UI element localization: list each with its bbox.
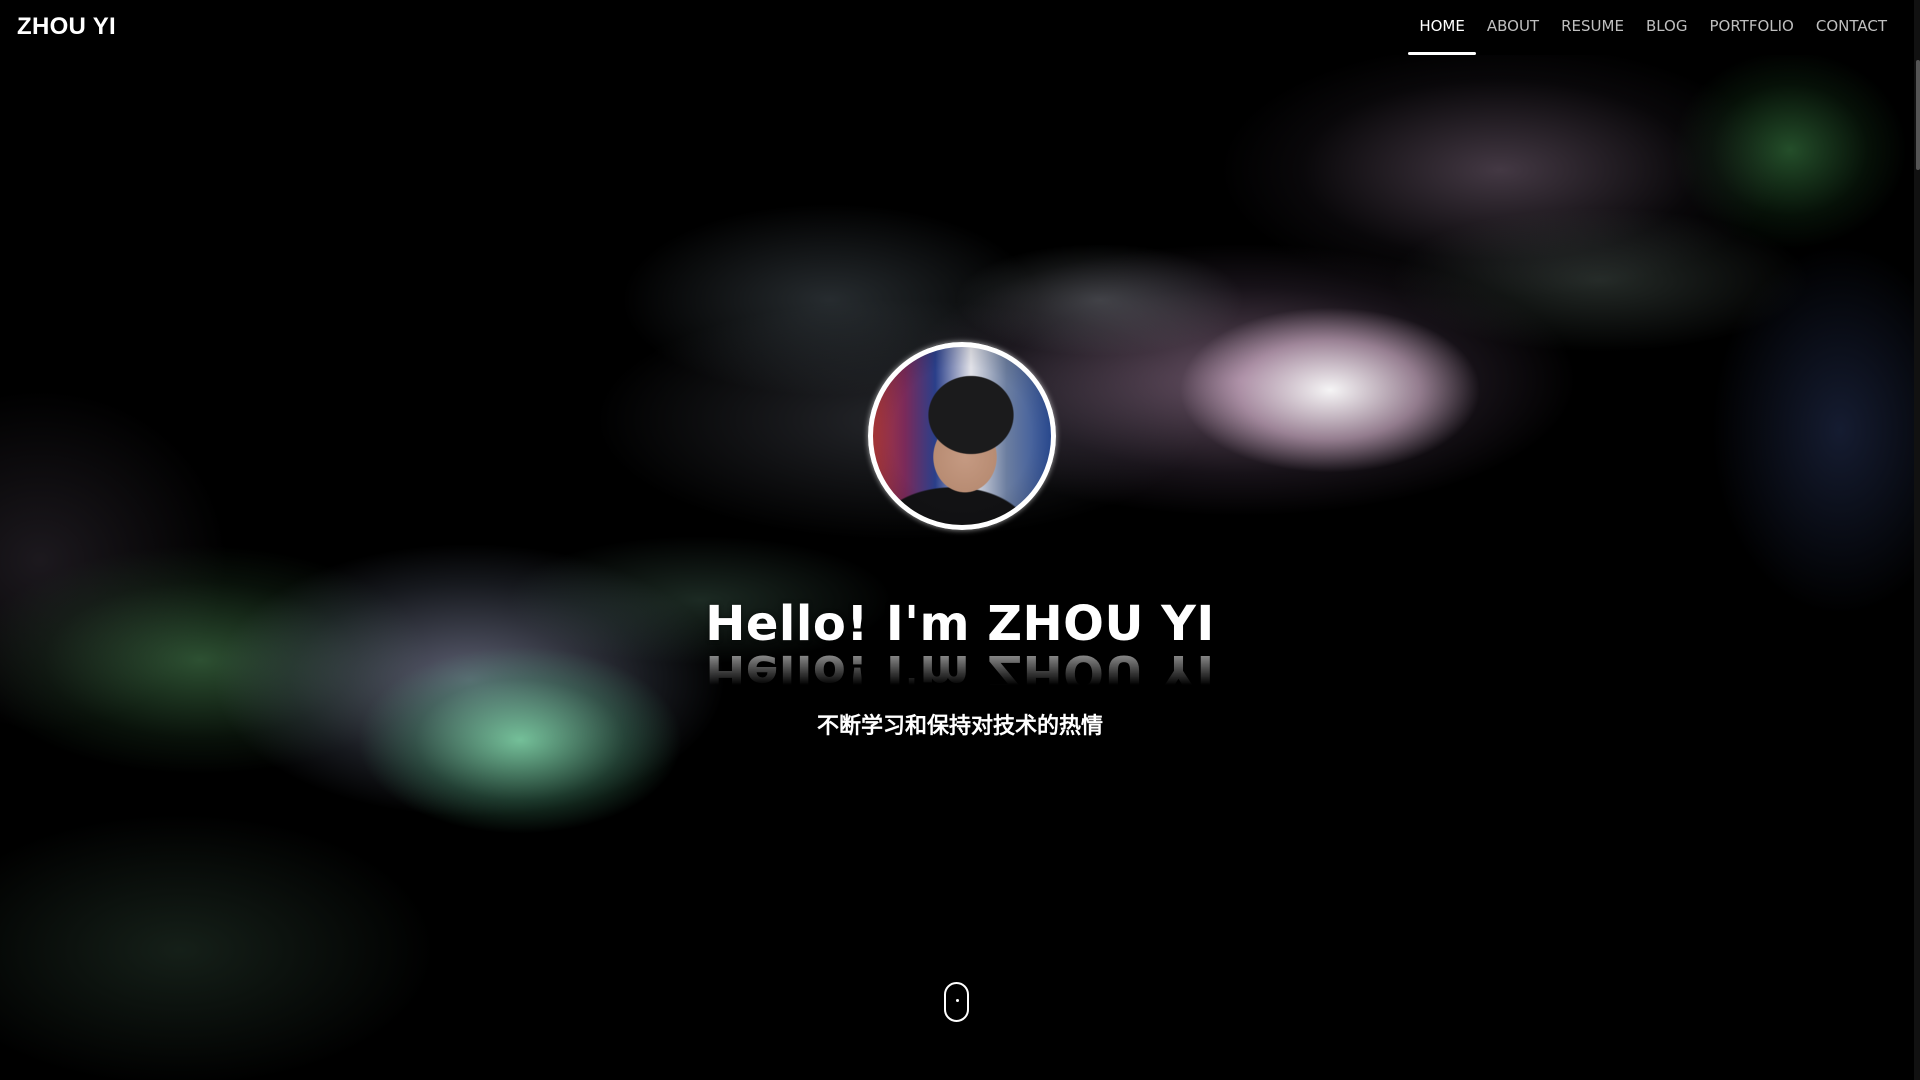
main-nav: HOME ABOUT RESUME BLOG PORTFOLIO CONTACT [1408, 0, 1898, 55]
top-navbar: ZHOU YI HOME ABOUT RESUME BLOG PORTFOLIO… [0, 0, 1920, 55]
profile-avatar [868, 342, 1056, 530]
nav-item-blog[interactable]: BLOG [1635, 0, 1699, 55]
hero-subtitle: 不断学习和保持对技术的热情 [816, 714, 1103, 739]
nav-item-contact[interactable]: CONTACT [1805, 0, 1898, 55]
avatar-shade [873, 347, 1051, 525]
home-page: ZHOU YI HOME ABOUT RESUME BLOG PORTFOLIO… [0, 0, 1920, 1080]
smoke-background [0, 0, 1920, 1080]
nav-item-about[interactable]: ABOUT [1476, 0, 1550, 55]
hero-title: Hello! I'm ZHOU YI [705, 596, 1215, 652]
page-scrollbar[interactable] [1914, 0, 1920, 1080]
nav-item-home[interactable]: HOME [1408, 0, 1476, 55]
site-brand[interactable]: ZHOU YI [17, 13, 116, 41]
nav-item-resume[interactable]: RESUME [1550, 0, 1635, 55]
nav-item-portfolio[interactable]: PORTFOLIO [1698, 0, 1804, 55]
scrollbar-thumb[interactable] [1916, 60, 1920, 170]
mouse-wheel-dot [956, 999, 959, 1002]
mouse-scroll-icon[interactable] [944, 982, 969, 1022]
